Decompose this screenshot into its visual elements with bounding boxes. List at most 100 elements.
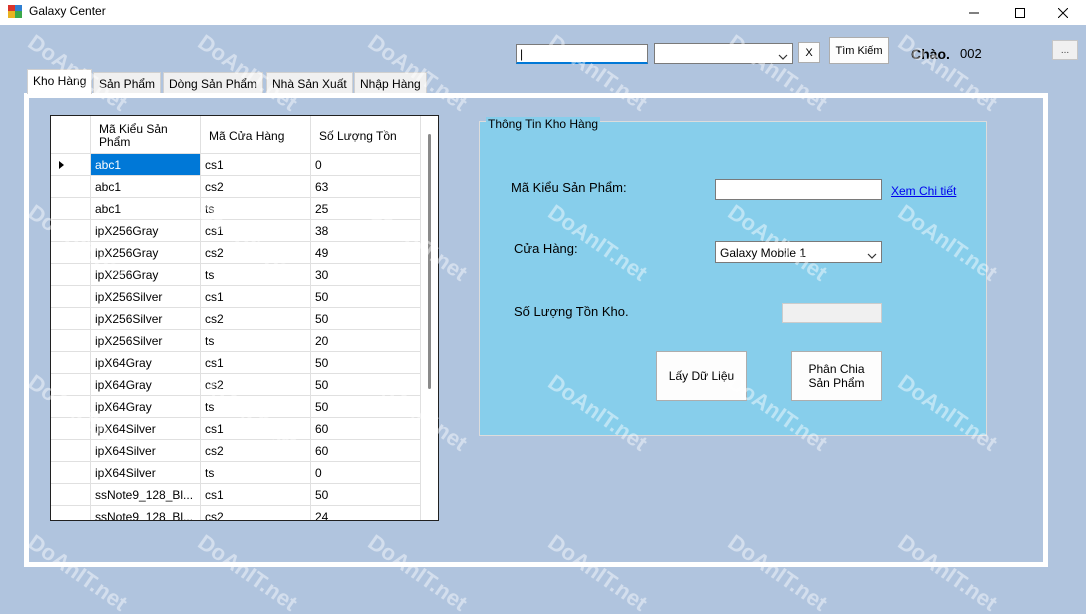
table-cell[interactable]: ipX256Silver: [91, 308, 201, 330]
table-cell[interactable]: cs2: [201, 242, 311, 264]
table-cell[interactable]: ipX64Silver: [91, 462, 201, 484]
table-cell[interactable]: ipX256Silver: [91, 330, 201, 352]
table-cell[interactable]: 50: [311, 286, 421, 308]
table-cell[interactable]: 50: [311, 484, 421, 506]
table-cell[interactable]: 0: [311, 154, 421, 176]
table-cell[interactable]: 60: [311, 440, 421, 462]
table-row[interactable]: abc1 cs2 63: [51, 176, 421, 198]
close-button[interactable]: [1040, 0, 1086, 25]
menu-button[interactable]: ...: [1052, 40, 1078, 60]
table-cell[interactable]: cs2: [201, 176, 311, 198]
table-row[interactable]: ipX256Silver ts 20: [51, 330, 421, 352]
table-row[interactable]: ipX64Gray cs1 50: [51, 352, 421, 374]
minimize-button[interactable]: [951, 0, 997, 25]
table-cell[interactable]: cs2: [201, 506, 311, 520]
table-cell[interactable]: ipX64Silver: [91, 418, 201, 440]
table-cell[interactable]: ts: [201, 462, 311, 484]
table-cell[interactable]: 30: [311, 264, 421, 286]
table-row[interactable]: ipX256Gray cs2 49: [51, 242, 421, 264]
table-row[interactable]: ssNote9_128_Bl... cs2 24: [51, 506, 421, 520]
row-header[interactable]: [51, 374, 91, 396]
table-cell[interactable]: abc1: [91, 176, 201, 198]
table-row[interactable]: ipX64Gray ts 50: [51, 396, 421, 418]
table-row[interactable]: ipX64Gray cs2 50: [51, 374, 421, 396]
stock-quantity-input[interactable]: [782, 303, 882, 323]
inventory-grid[interactable]: Mã Kiểu Sản Phẩm Mã Cửa Hàng Số Lượng Tồ…: [50, 115, 439, 521]
table-cell[interactable]: 50: [311, 396, 421, 418]
table-cell[interactable]: 50: [311, 374, 421, 396]
table-cell[interactable]: cs1: [201, 484, 311, 506]
table-cell[interactable]: abc1: [91, 154, 201, 176]
table-cell[interactable]: ipX64Gray: [91, 396, 201, 418]
row-header[interactable]: [51, 352, 91, 374]
table-cell[interactable]: cs2: [201, 308, 311, 330]
tab-nhap-hang[interactable]: Nhập Hàng: [354, 72, 427, 94]
table-cell[interactable]: cs2: [201, 374, 311, 396]
table-cell[interactable]: cs1: [201, 286, 311, 308]
row-header[interactable]: [51, 506, 91, 520]
table-row[interactable]: ipX256Gray ts 30: [51, 264, 421, 286]
row-header[interactable]: [51, 220, 91, 242]
table-cell[interactable]: ipX256Gray: [91, 264, 201, 286]
table-cell[interactable]: 38: [311, 220, 421, 242]
scrollbar-thumb[interactable]: [428, 134, 431, 389]
table-cell[interactable]: ssNote9_128_Bl...: [91, 506, 201, 520]
column-header-store[interactable]: Mã Cửa Hàng: [201, 116, 311, 154]
row-header[interactable]: [51, 264, 91, 286]
tab-nha-san-xuat[interactable]: Nhà Sản Xuất: [266, 72, 353, 94]
row-header[interactable]: [51, 418, 91, 440]
search-input[interactable]: [516, 44, 648, 64]
table-cell[interactable]: ipX64Silver: [91, 440, 201, 462]
split-product-button[interactable]: Phân Chia Sản Phẩm: [791, 351, 882, 401]
load-data-button[interactable]: Lấy Dữ Liệu: [656, 351, 747, 401]
table-cell[interactable]: ts: [201, 198, 311, 220]
row-header[interactable]: [51, 242, 91, 264]
row-header[interactable]: [51, 330, 91, 352]
table-row[interactable]: abc1 ts 25: [51, 198, 421, 220]
table-cell[interactable]: 24: [311, 506, 421, 520]
tab-san-pham[interactable]: Sản Phẩm: [93, 72, 162, 94]
table-cell[interactable]: ipX256Silver: [91, 286, 201, 308]
table-cell[interactable]: cs1: [201, 352, 311, 374]
column-header-product[interactable]: Mã Kiểu Sản Phẩm: [91, 116, 201, 154]
maximize-button[interactable]: [997, 0, 1043, 25]
table-row[interactable]: ipX64Silver cs2 60: [51, 440, 421, 462]
row-header[interactable]: [51, 484, 91, 506]
table-cell[interactable]: ts: [201, 264, 311, 286]
table-cell[interactable]: ts: [201, 396, 311, 418]
store-select[interactable]: Galaxy Mobile 1: [715, 241, 882, 263]
clear-search-button[interactable]: X: [798, 42, 820, 63]
table-row[interactable]: abc1 cs1 0: [51, 154, 421, 176]
view-detail-link[interactable]: Xem Chi tiết: [891, 184, 956, 198]
tab-dong-san-pham[interactable]: Dòng Sản Phẩm: [163, 72, 264, 94]
row-header[interactable]: [51, 396, 91, 418]
search-filter-select[interactable]: [654, 43, 793, 64]
row-header[interactable]: [51, 440, 91, 462]
table-row[interactable]: ssNote9_128_Bl... cs1 50: [51, 484, 421, 506]
table-cell[interactable]: 50: [311, 352, 421, 374]
table-row[interactable]: ipX256Gray cs1 38: [51, 220, 421, 242]
table-cell[interactable]: 0: [311, 462, 421, 484]
table-cell[interactable]: ipX64Gray: [91, 352, 201, 374]
table-cell[interactable]: cs1: [201, 418, 311, 440]
row-header[interactable]: [51, 286, 91, 308]
row-header[interactable]: [51, 176, 91, 198]
table-cell[interactable]: ipX256Gray: [91, 242, 201, 264]
table-row[interactable]: ipX256Silver cs2 50: [51, 308, 421, 330]
table-cell[interactable]: ipX256Gray: [91, 220, 201, 242]
column-header-stock[interactable]: Số Lượng Tồn: [311, 116, 421, 154]
table-cell[interactable]: 25: [311, 198, 421, 220]
table-cell[interactable]: abc1: [91, 198, 201, 220]
row-header[interactable]: [51, 198, 91, 220]
table-cell[interactable]: 49: [311, 242, 421, 264]
table-row[interactable]: ipX64Silver cs1 60: [51, 418, 421, 440]
table-cell[interactable]: 63: [311, 176, 421, 198]
table-cell[interactable]: 20: [311, 330, 421, 352]
table-cell[interactable]: cs2: [201, 440, 311, 462]
search-button[interactable]: Tìm Kiếm: [829, 37, 889, 64]
table-cell[interactable]: cs1: [201, 220, 311, 242]
product-code-input[interactable]: [715, 179, 882, 200]
table-cell[interactable]: ts: [201, 330, 311, 352]
grid-scrollbar[interactable]: [421, 116, 438, 520]
row-header[interactable]: [51, 154, 91, 176]
